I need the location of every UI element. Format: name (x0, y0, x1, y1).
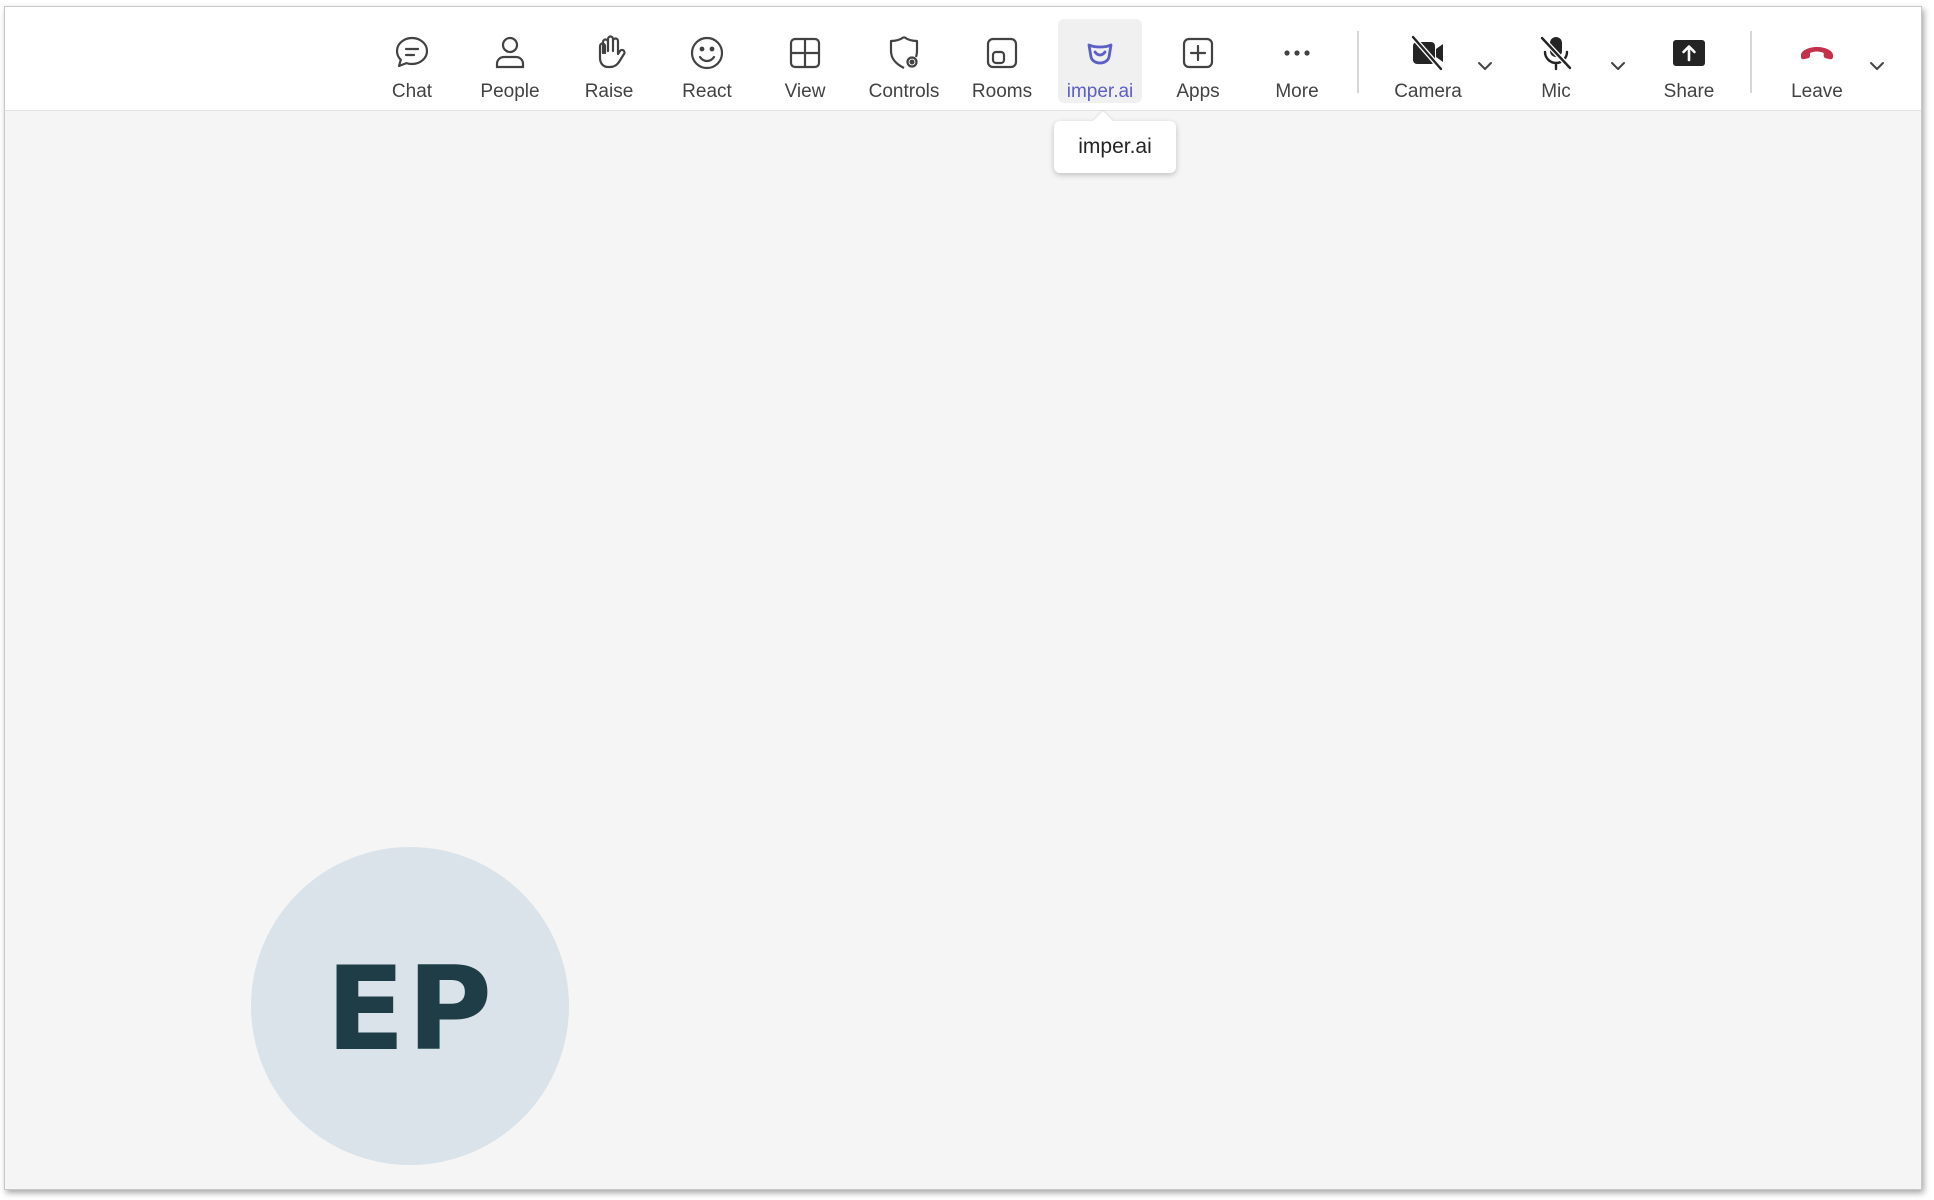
leave-options-chevron[interactable] (1862, 51, 1892, 81)
imper-ai-button[interactable]: imper.ai (1058, 19, 1142, 103)
meeting-toolbar: Chat People Raise React View Controls Ro… (5, 7, 1921, 111)
controls-button[interactable]: Controls (862, 19, 946, 103)
camera-off-icon (1406, 31, 1450, 75)
plus-square-icon (1176, 31, 1220, 75)
react-button[interactable]: React (665, 19, 749, 103)
chevron-down-icon (1870, 62, 1884, 70)
participant-avatar: EP (251, 847, 569, 1165)
imper-ai-icon (1078, 31, 1122, 75)
view-button[interactable]: View (763, 19, 847, 103)
rooms-button[interactable]: Rooms (960, 19, 1044, 103)
hand-icon (587, 31, 631, 75)
apps-button[interactable]: Apps (1156, 19, 1240, 103)
raise-label: Raise (584, 81, 634, 102)
raise-hand-button[interactable]: Raise (567, 19, 651, 103)
share-icon (1667, 31, 1711, 75)
shield-gear-icon (882, 31, 926, 75)
chevron-down-icon (1478, 62, 1492, 70)
imper-ai-label: imper.ai (1066, 81, 1134, 102)
camera-options-chevron[interactable] (1470, 51, 1500, 81)
person-icon (488, 31, 532, 75)
meeting-window: Chat People Raise React View Controls Ro… (4, 6, 1922, 1190)
share-button[interactable]: Share (1647, 19, 1731, 103)
rooms-icon (980, 31, 1024, 75)
chat-icon (390, 31, 434, 75)
more-button[interactable]: More (1255, 19, 1339, 103)
smiley-icon (685, 31, 729, 75)
leave-button[interactable]: Leave (1775, 19, 1859, 103)
mic-off-icon (1534, 31, 1578, 75)
chevron-down-icon (1611, 62, 1625, 70)
chat-button[interactable]: Chat (370, 19, 454, 103)
chat-label: Chat (391, 81, 433, 102)
people-button[interactable]: People (468, 19, 552, 103)
people-label: People (480, 81, 540, 102)
mic-label: Mic (1541, 81, 1571, 102)
share-label: Share (1663, 81, 1715, 102)
avatar-initials: EP (325, 941, 495, 1077)
view-label: View (784, 81, 826, 102)
camera-label: Camera (1394, 81, 1462, 102)
mic-button[interactable]: Mic (1514, 19, 1598, 103)
ellipsis-icon (1275, 31, 1319, 75)
leave-label: Leave (1791, 81, 1843, 102)
phone-hangup-icon (1795, 31, 1839, 75)
imper-ai-tooltip: imper.ai (1054, 121, 1176, 173)
rooms-label: Rooms (971, 81, 1033, 102)
react-label: React (682, 81, 732, 102)
controls-label: Controls (868, 81, 940, 102)
more-label: More (1275, 81, 1319, 102)
toolbar-divider (1357, 31, 1359, 93)
apps-label: Apps (1176, 81, 1220, 102)
toolbar-divider (1750, 31, 1752, 93)
grid-icon (783, 31, 827, 75)
camera-button[interactable]: Camera (1380, 19, 1476, 103)
mic-options-chevron[interactable] (1603, 51, 1633, 81)
